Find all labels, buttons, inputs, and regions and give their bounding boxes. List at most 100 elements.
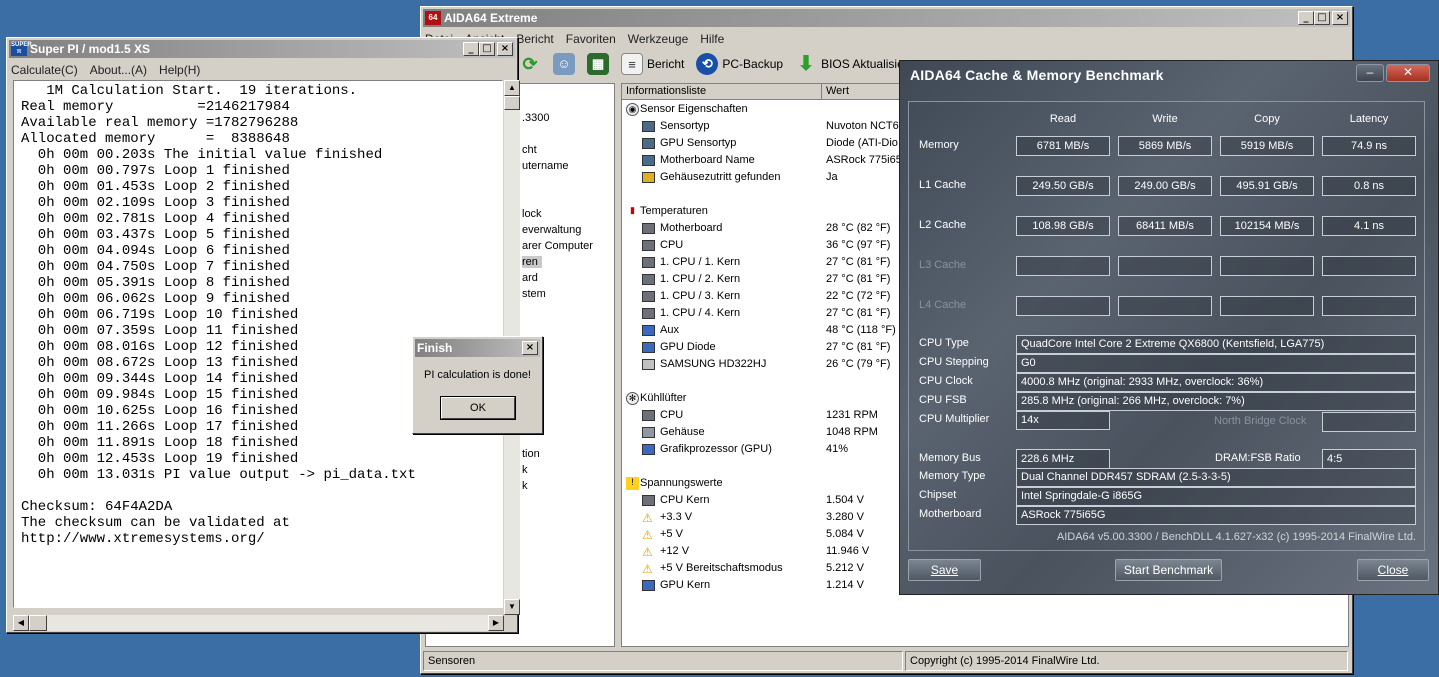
benchmark-row-label: L2 Cache xyxy=(919,219,967,231)
sensor-value: Ja xyxy=(826,171,838,183)
tree-item[interactable]: stem xyxy=(522,288,546,300)
tree-item[interactable]: ard xyxy=(522,272,538,284)
sensor-icon xyxy=(642,121,655,132)
benchmark-value: 68411 MB/s xyxy=(1118,216,1212,236)
sensor-name: +5 V xyxy=(660,528,683,540)
minimize-button[interactable]: _ xyxy=(1298,11,1314,25)
tree-item[interactable]: arer Computer xyxy=(522,240,593,252)
tree-item[interactable]: everwaltung xyxy=(522,224,581,236)
start-benchmark-button[interactable]: Start Benchmark xyxy=(1115,559,1222,581)
sensor-name: Grafikprozessor (GPU) xyxy=(660,443,772,455)
ok-button[interactable]: OK xyxy=(440,396,516,420)
benchmark-value: 495.91 GB/s xyxy=(1220,176,1314,196)
sensor-name: Spannungswerte xyxy=(640,477,723,489)
users-icon[interactable]: ☺ xyxy=(553,53,575,75)
sensor-name: CPU xyxy=(660,409,684,421)
info-label: Chipset xyxy=(919,489,957,501)
memory-bus-value: 228.6 MHz xyxy=(1016,449,1110,469)
benchmark-footer: AIDA64 v5.00.3300 / BenchDLL 4.1.627-x32… xyxy=(1056,531,1416,543)
tree-item[interactable]: .3300 xyxy=(522,112,550,124)
benchmark-row-label: L1 Cache xyxy=(919,179,967,191)
close-button[interactable]: × xyxy=(497,42,513,56)
sensor-name: +5 V Bereitschaftsmodus xyxy=(660,562,783,574)
board-icon[interactable]: ▦ xyxy=(587,53,609,75)
close-button[interactable]: × xyxy=(1332,11,1348,25)
sensor-name: Aux xyxy=(660,324,679,336)
gpu-icon xyxy=(642,580,655,591)
status-copyright: Copyright (c) 1995-2014 FinalWire Ltd. xyxy=(905,651,1348,671)
download-arrow-icon: ⬇ xyxy=(797,53,815,75)
menu-calculate[interactable]: Calculate(C) xyxy=(11,63,78,77)
close-button[interactable]: × xyxy=(522,341,538,355)
horizontal-scrollbar[interactable]: ◀ ▶ xyxy=(13,615,504,631)
sensor-value: 5.084 V xyxy=(826,528,864,540)
benchmark-value xyxy=(1016,296,1110,316)
header-write: Write xyxy=(1152,113,1178,125)
maximize-button[interactable]: □ xyxy=(479,42,495,56)
benchmark-value: 102154 MB/s xyxy=(1220,216,1314,236)
tree-item[interactable]: k xyxy=(522,480,528,492)
sensor-value: 5.212 V xyxy=(826,562,864,574)
tree-item[interactable]: lock xyxy=(522,208,542,220)
menu-bericht[interactable]: Bericht xyxy=(516,32,553,46)
benchmark-window: AIDA64 Cache & Memory Benchmark – ✕ Read… xyxy=(899,60,1439,595)
scroll-right-button[interactable]: ▶ xyxy=(488,615,504,631)
sensor-value: 36 °C (97 °F) xyxy=(826,239,891,251)
sensor-name: CPU Kern xyxy=(660,494,710,506)
status-section: Sensoren xyxy=(423,651,903,671)
case-icon xyxy=(642,427,655,438)
north-bridge-clock-value xyxy=(1322,412,1416,432)
dram-ratio-label: DRAM:FSB Ratio xyxy=(1215,452,1301,464)
finish-titlebar[interactable]: Finish × xyxy=(415,339,540,357)
warning-icon: ⚠ xyxy=(642,545,653,559)
minimize-button[interactable]: – xyxy=(1356,64,1384,82)
report-button[interactable]: ≡ Bericht xyxy=(621,53,684,75)
minimize-button[interactable]: _ xyxy=(463,42,479,56)
pc-backup-button[interactable]: ⟲ PC-Backup xyxy=(696,53,783,75)
benchmark-row-label: L3 Cache xyxy=(919,259,967,271)
info-value: Dual Channel DDR457 SDRAM (2.5-3-3-5) xyxy=(1016,468,1416,487)
menu-hilfe[interactable]: Hilfe xyxy=(700,32,724,46)
save-button[interactable]: Save xyxy=(908,559,981,581)
info-value: QuadCore Intel Core 2 Extreme QX6800 (Ke… xyxy=(1016,335,1416,354)
superpi-titlebar[interactable]: SUPER π Super PI / mod1.5 XS _ □ × xyxy=(9,40,515,58)
refresh-icon[interactable]: ⟳ xyxy=(519,53,541,75)
scroll-down-button[interactable]: ▼ xyxy=(504,599,520,615)
aida64-menubar: Datei Ansicht Bericht Favoriten Werkzeug… xyxy=(421,29,1352,48)
benchmark-value: 108.98 GB/s xyxy=(1016,216,1110,236)
scroll-up-button[interactable]: ▲ xyxy=(504,80,520,96)
sensor-icon: ◉ xyxy=(626,103,639,116)
sensor-name: +12 V xyxy=(660,545,690,557)
backup-icon: ⟲ xyxy=(696,53,719,75)
aida64-titlebar[interactable]: 64 AIDA64 Extreme _ □ × xyxy=(423,9,1350,27)
sensor-value: 1.214 V xyxy=(826,579,864,591)
menu-help[interactable]: Help(H) xyxy=(159,63,200,77)
tree-item[interactable]: tion xyxy=(522,448,540,460)
sensor-name: Motherboard Name xyxy=(660,154,755,166)
benchmark-title: AIDA64 Cache & Memory Benchmark xyxy=(910,67,1164,83)
sensor-value: 27 °C (81 °F) xyxy=(826,307,891,319)
close-button[interactable]: ✕ xyxy=(1386,64,1430,82)
cpu-icon xyxy=(642,342,655,353)
maximize-button[interactable]: □ xyxy=(1314,11,1330,25)
warning-icon: ⚠ xyxy=(642,528,653,542)
info-value: 4000.8 MHz (original: 2933 MHz, overcloc… xyxy=(1016,373,1416,392)
close-benchmark-button[interactable]: Close xyxy=(1357,559,1429,581)
menu-werkzeuge[interactable]: Werkzeuge xyxy=(628,32,688,46)
tree-item[interactable]: cht xyxy=(522,144,537,156)
tree-item[interactable]: k xyxy=(522,464,528,476)
memory-bus-label: Memory Bus xyxy=(919,452,981,464)
cpu-icon xyxy=(642,274,655,285)
warning-icon: ! xyxy=(626,477,639,490)
tree-item-selected[interactable]: ren xyxy=(522,256,542,268)
menu-favoriten[interactable]: Favoriten xyxy=(566,32,616,46)
benchmark-value: 4.1 ns xyxy=(1322,216,1416,236)
scroll-left-button[interactable]: ◀ xyxy=(13,615,29,631)
scroll-thumb[interactable] xyxy=(504,96,520,110)
sensor-value: 41% xyxy=(826,443,849,455)
tree-item[interactable]: utername xyxy=(522,160,568,172)
menu-about[interactable]: About...(A) xyxy=(90,63,147,77)
column-header-info[interactable]: Informationsliste xyxy=(622,84,822,100)
warning-icon: ⚠ xyxy=(642,511,653,525)
hscroll-thumb[interactable] xyxy=(29,615,47,631)
